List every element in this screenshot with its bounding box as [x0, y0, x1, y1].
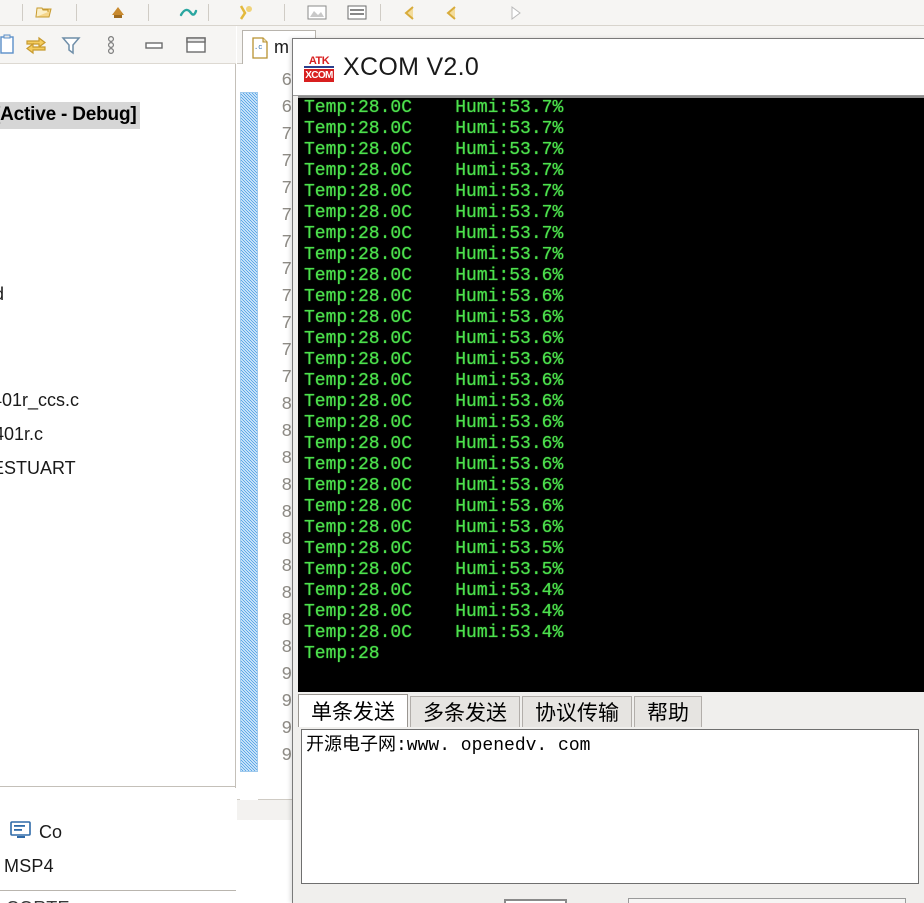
- xcom-title-bar: ATK XCOM XCOM V2.0: [293, 39, 924, 96]
- editor-change-marker: [240, 92, 258, 772]
- terminal-line: Temp:28: [304, 644, 380, 664]
- xcom-bottom-bar: 定时发送 周期: 1000 ms CSDN @Q742971636: [293, 889, 924, 903]
- xcom-send-textarea[interactable]: 开源电子网:www. openedv. com: [301, 729, 919, 884]
- tree-item-1[interactable]: 401r_ccs.c: [0, 390, 79, 411]
- minimize-icon[interactable]: [140, 34, 168, 56]
- terminal-line: Temp:28.0C Humi:53.6%: [304, 434, 564, 454]
- open-folder-icon[interactable]: [34, 3, 54, 23]
- panel-divider: [0, 786, 236, 787]
- period-input[interactable]: 1000: [504, 898, 568, 903]
- filter-icon[interactable]: [60, 34, 82, 56]
- tree-item-0[interactable]: d: [0, 284, 4, 305]
- console-icon: [10, 820, 32, 845]
- xcom-tab-3[interactable]: 帮助: [634, 696, 702, 727]
- xcom-tab-0[interactable]: 单条发送: [298, 694, 408, 727]
- terminal-line: Temp:28.0C Humi:53.7%: [304, 182, 564, 202]
- step-into-icon[interactable]: [442, 3, 462, 23]
- console-icon[interactable]: [346, 3, 367, 23]
- terminal-line: Temp:28.0C Humi:53.4%: [304, 602, 564, 622]
- atk-logo-icon: ATK XCOM: [303, 52, 334, 82]
- xcom-receive-terminal[interactable]: Temp:28.0C Humi:53.7% Temp:28.0C Humi:53.…: [298, 96, 924, 692]
- terminal-line: Temp:28.0C Humi:53.4%: [304, 581, 564, 601]
- build-icon[interactable]: [108, 3, 128, 23]
- terminal-line: Temp:28.0C Humi:53.7%: [304, 245, 564, 265]
- terminal-line: Temp:28.0C Humi:53.6%: [304, 455, 564, 475]
- terminal-line: Temp:28.0C Humi:53.7%: [304, 161, 564, 181]
- maximize-icon[interactable]: [182, 34, 210, 56]
- atk-logo-bottom: XCOM: [304, 69, 334, 82]
- c-file-icon: .c: [251, 36, 269, 59]
- bottom-panel-tab[interactable]: Co: [10, 814, 62, 850]
- run-icon[interactable]: [236, 3, 256, 23]
- terminal-line: Temp:28.0C Humi:53.6%: [304, 266, 564, 286]
- terminal-line: Temp:28.0C Humi:53.6%: [304, 476, 564, 496]
- terminal-line: Temp:28.0C Humi:53.7%: [304, 98, 564, 118]
- xcom-send-text: 开源电子网:www. openedv. com: [306, 736, 591, 756]
- xcom-tab-1[interactable]: 多条发送: [410, 696, 520, 727]
- terminal-line: Temp:28.0C Humi:53.7%: [304, 140, 564, 160]
- bottom-panel-row-1[interactable]: CORTE: [6, 898, 70, 903]
- ide-top-toolbar: [0, 0, 924, 26]
- terminal-line: Temp:28.0C Humi:53.6%: [304, 518, 564, 538]
- terminal-line: Temp:28.0C Humi:53.6%: [304, 350, 564, 370]
- terminal-line: Temp:28.0C Humi:53.6%: [304, 329, 564, 349]
- copy-icon[interactable]: [0, 34, 18, 56]
- terminal-line: Temp:28.0C Humi:53.6%: [304, 413, 564, 433]
- step-back-icon[interactable]: [400, 3, 420, 23]
- terminal-line: Temp:28.0C Humi:53.5%: [304, 539, 564, 559]
- debug-icon[interactable]: [178, 3, 198, 23]
- image-icon[interactable]: [306, 3, 327, 23]
- terminal-line: Temp:28.0C Humi:53.7%: [304, 224, 564, 244]
- terminal-line: Temp:28.0C Humi:53.4%: [304, 623, 564, 643]
- view-menu-icon[interactable]: [104, 34, 126, 56]
- xcom-tab-2[interactable]: 协议传输: [522, 696, 632, 727]
- terminal-line: Temp:28.0C Humi:53.6%: [304, 392, 564, 412]
- link-editor-icon[interactable]: [24, 34, 46, 56]
- terminal-line: Temp:28.0C Humi:53.6%: [304, 287, 564, 307]
- screenshot-root: [Active - Debug] d 401r_ccs.c 401r.c EST…: [0, 0, 924, 903]
- period-label: 周期:: [448, 900, 498, 903]
- xcom-window: ATK XCOM XCOM V2.0 Temp:28.0C Humi:53.7%…: [292, 38, 924, 903]
- project-explorer-toolbar: [0, 26, 236, 64]
- terminal-line: Temp:28.0C Humi:53.7%: [304, 119, 564, 139]
- editor-tab-label: m: [274, 37, 289, 57]
- ide-project-explorer: [Active - Debug] d 401r_ccs.c 401r.c EST…: [0, 26, 236, 903]
- timed-send-label: 定时发送: [332, 900, 420, 903]
- tree-item-2[interactable]: 401r.c: [0, 424, 43, 445]
- xcom-tab-bar: 单条发送 多条发送 协议传输 帮助: [298, 694, 924, 727]
- terminal-line: Temp:28.0C Humi:53.5%: [304, 560, 564, 580]
- terminal-line: Temp:28.0C Humi:53.6%: [304, 371, 564, 391]
- terminal-line: Temp:28.0C Humi:53.6%: [304, 308, 564, 328]
- atk-logo-top: ATK: [304, 55, 334, 68]
- bottom-panel-tab-label: Co: [39, 821, 63, 842]
- bottom-panel-rule: [0, 890, 236, 891]
- xcom-title-text: XCOM V2.0: [343, 52, 480, 81]
- terminal-line: Temp:28.0C Humi:53.6%: [304, 497, 564, 517]
- terminal-line: Temp:28.0C Humi:53.7%: [304, 203, 564, 223]
- tree-item-3[interactable]: ESTUART: [0, 458, 76, 479]
- project-active-label: [Active - Debug]: [0, 102, 141, 129]
- ide-bottom-panel: Co MSP4 CORTE CORTE: [0, 788, 236, 903]
- editor-change-bar: [240, 64, 258, 800]
- svg-text:.c: .c: [254, 44, 262, 52]
- resume-icon[interactable]: [506, 3, 526, 23]
- send-button[interactable]: CSDN @Q742971636: [628, 897, 907, 903]
- bottom-panel-row-0[interactable]: MSP4: [4, 856, 54, 877]
